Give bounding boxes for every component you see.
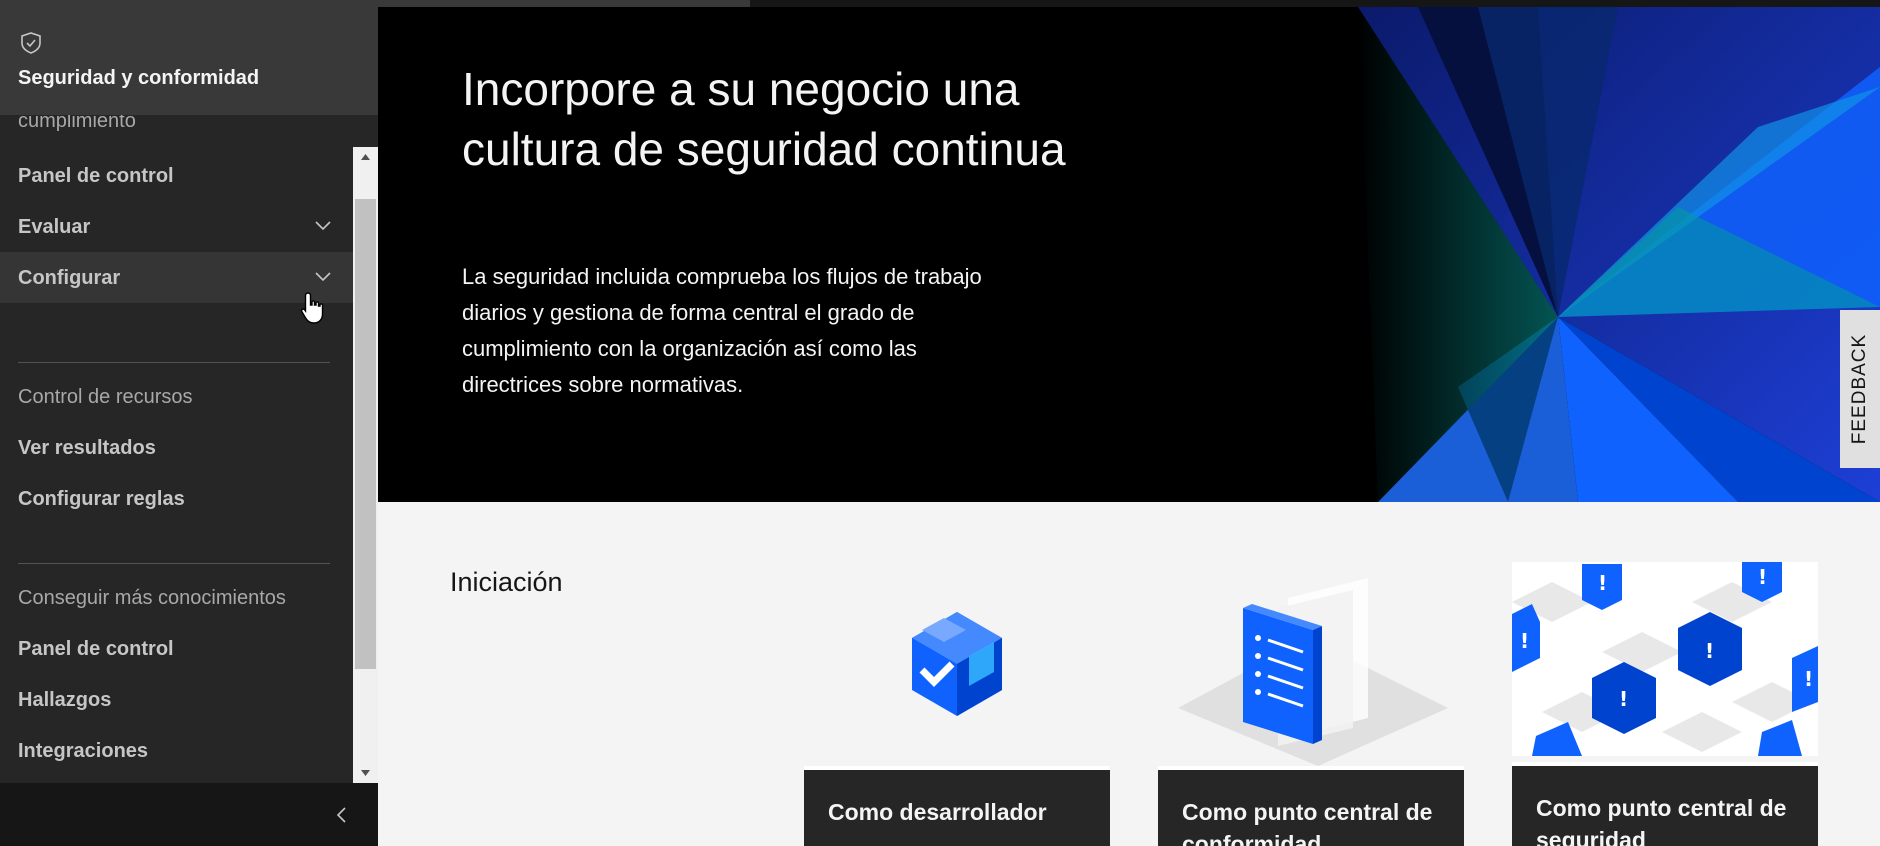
card-security-focal[interactable]: !!! !!! Como punto central de seguridad bbox=[1512, 562, 1818, 846]
card-label-box: Como desarrollador bbox=[804, 766, 1110, 846]
cube-check-icon bbox=[912, 612, 1002, 716]
sidebar-title: Seguridad y conformidad bbox=[18, 67, 260, 89]
sidebar-item-ver-resultados[interactable]: Ver resultados bbox=[0, 422, 353, 473]
checklist-document-icon bbox=[1178, 578, 1448, 766]
sidebar-item-integraciones[interactable]: Integraciones bbox=[0, 725, 353, 776]
sidebar-item-evaluar[interactable]: Evaluar bbox=[0, 201, 353, 252]
sidebar-item-label: Conseguir más conocimientos bbox=[18, 587, 286, 609]
svg-text:!: ! bbox=[1598, 571, 1607, 595]
sidebar-header: Seguridad y conformidad bbox=[0, 7, 378, 115]
sidebar-item-label: Configurar bbox=[18, 267, 121, 289]
sidebar-item-label: Configurar reglas bbox=[18, 488, 185, 510]
sidebar-item-panel-de-control[interactable]: Panel de control bbox=[0, 150, 353, 201]
card-label: Como punto central de seguridad bbox=[1536, 795, 1787, 846]
sidebar-divider bbox=[18, 362, 330, 363]
hero-banner: Incorpore a su negocio una cultura de se… bbox=[378, 7, 1880, 502]
sidebar-item-label: Panel de control bbox=[18, 165, 174, 187]
sidebar-item-label: Integraciones bbox=[18, 740, 149, 762]
sidebar-nav: cumplimiento Panel de control Evaluar Co… bbox=[0, 115, 353, 783]
top-strip-segment bbox=[0, 0, 750, 7]
sidebar-item-hallazgos[interactable]: Hallazgos bbox=[0, 674, 353, 725]
card-label-box: Como punto central de seguridad bbox=[1512, 762, 1818, 846]
sidebar-item-label: Ver resultados bbox=[18, 437, 156, 459]
feedback-label: FEEDBACK bbox=[1849, 333, 1870, 445]
sidebar-scrollbar[interactable] bbox=[353, 147, 378, 783]
sidebar-item-configurar-reglas[interactable]: Configurar reglas bbox=[0, 473, 353, 524]
svg-text:!: ! bbox=[1619, 687, 1628, 711]
card-label-box: Como punto central de conformidad bbox=[1158, 766, 1464, 846]
sidebar-item-label: Evaluar bbox=[18, 216, 91, 238]
chevron-down-icon bbox=[315, 272, 331, 282]
sidebar-item-panel-de-control-2[interactable]: Panel de control bbox=[0, 623, 353, 674]
sidebar-item-label: cumplimiento bbox=[18, 115, 136, 132]
sidebar-item-label: Control de recursos bbox=[18, 386, 193, 408]
svg-text:!: ! bbox=[1804, 667, 1813, 691]
feedback-tab[interactable]: FEEDBACK bbox=[1840, 310, 1880, 468]
chevron-left-icon[interactable] bbox=[330, 803, 354, 827]
scrollbar-thumb[interactable] bbox=[355, 199, 376, 669]
card-developer[interactable]: Como desarrollador bbox=[804, 568, 1110, 846]
top-strip bbox=[0, 0, 1880, 7]
sidebar-divider bbox=[18, 563, 330, 564]
card-label: Como punto central de conformidad bbox=[1182, 799, 1433, 846]
hero-headline: Incorpore a su negocio una cultura de se… bbox=[462, 63, 1066, 175]
sidebar-item-control-de-recursos[interactable]: Control de recursos bbox=[0, 371, 353, 422]
sidebar-footer bbox=[0, 783, 378, 846]
scroll-down-arrow-icon[interactable] bbox=[353, 763, 378, 783]
hand-cursor-icon bbox=[300, 292, 324, 324]
shield-check-icon bbox=[21, 32, 41, 54]
sidebar-item-label: Panel de control bbox=[18, 638, 174, 660]
alert-cubes-pattern-icon: !!! !!! bbox=[1512, 562, 1818, 756]
section-title: Iniciación bbox=[450, 567, 563, 597]
hero-body: La seguridad incluida comprueba los fluj… bbox=[462, 264, 982, 397]
svg-text:!: ! bbox=[1520, 629, 1529, 653]
scroll-up-arrow-icon[interactable] bbox=[353, 147, 378, 167]
sidebar-item-conseguir-mas-conocimientos[interactable]: Conseguir más conocimientos bbox=[0, 572, 353, 623]
card-label: Como desarrollador bbox=[828, 799, 1047, 825]
svg-text:!: ! bbox=[1705, 639, 1714, 663]
chevron-down-icon bbox=[315, 221, 331, 231]
card-compliance-focal[interactable]: Como punto central de conformidad bbox=[1158, 568, 1464, 846]
sidebar-item-label: Hallazgos bbox=[18, 689, 112, 711]
sidebar-item-cumplimiento[interactable]: cumplimiento bbox=[0, 115, 353, 146]
svg-text:!: ! bbox=[1758, 565, 1767, 589]
sidebar: Seguridad y conformidad cumplimiento Pan… bbox=[0, 7, 378, 846]
